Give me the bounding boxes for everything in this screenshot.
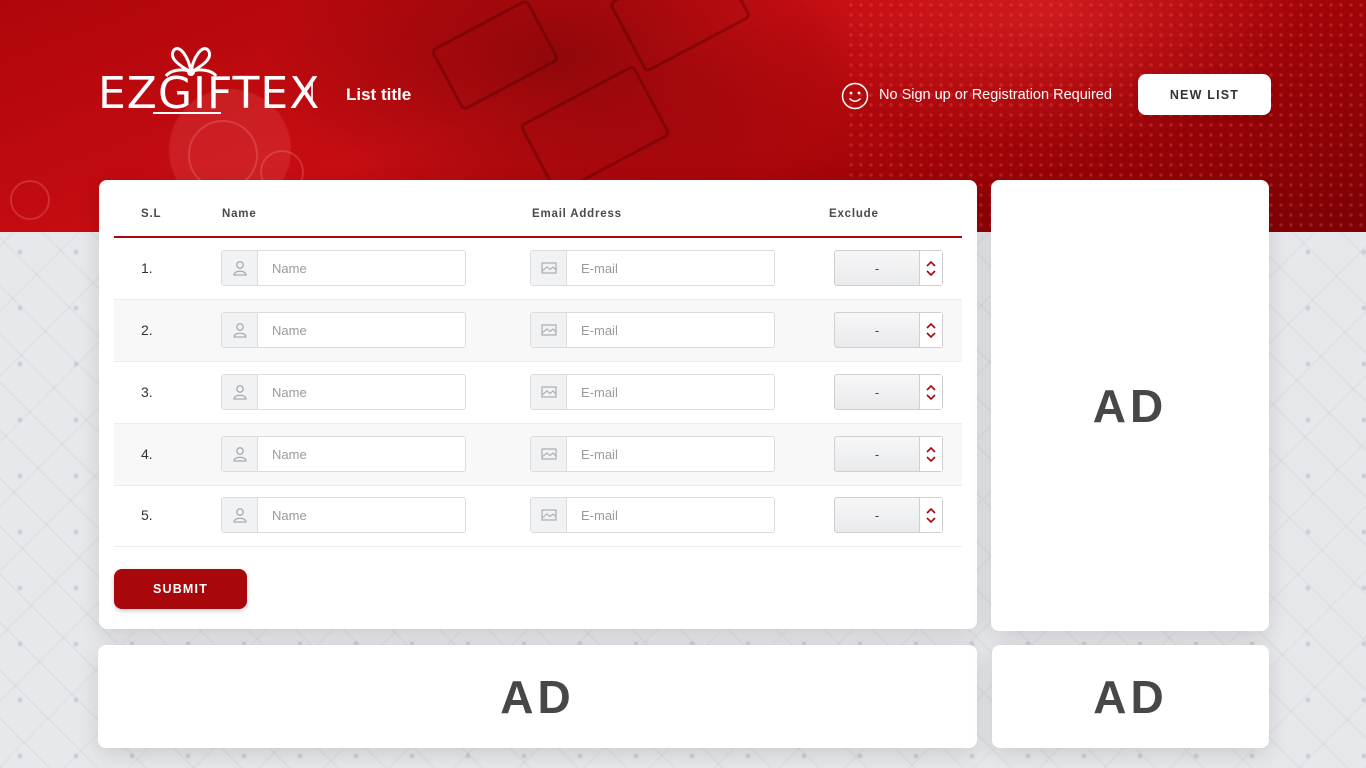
column-header-exclude: Exclude [829, 208, 879, 220]
table-row: 1. - [114, 238, 962, 300]
user-icon [222, 313, 258, 347]
exclude-select[interactable]: - [834, 250, 943, 286]
name-input[interactable] [258, 313, 465, 347]
name-field [221, 312, 466, 348]
name-field [221, 436, 466, 472]
user-icon [222, 251, 258, 285]
mail-icon [531, 375, 567, 409]
mail-icon [531, 251, 567, 285]
exclude-value: - [874, 446, 880, 462]
exclude-select[interactable]: - [834, 436, 943, 472]
email-field [530, 436, 775, 472]
row-number: 5. [141, 507, 153, 523]
table-row: 3. - [114, 362, 962, 424]
name-input[interactable] [258, 251, 465, 285]
chevron-down-icon [926, 455, 936, 462]
ad-slot-right[interactable]: AD [991, 180, 1269, 631]
exclude-value: - [874, 322, 880, 338]
row-number: 1. [141, 260, 153, 276]
mail-icon [531, 313, 567, 347]
ad-slot-bottom[interactable]: AD [98, 645, 977, 748]
no-signup-text: No Sign up or Registration Required [879, 87, 1112, 103]
flower-decoration [10, 180, 50, 220]
name-input[interactable] [258, 375, 465, 409]
exclude-spinner[interactable] [919, 313, 942, 347]
name-field [221, 250, 466, 286]
logo[interactable]: EZGIFTEX [98, 46, 319, 116]
mail-icon [531, 498, 567, 532]
table-row: 5. - [114, 485, 962, 547]
submit-button[interactable]: SUBMIT [114, 569, 247, 609]
gift-decoration [608, 0, 752, 74]
exclude-spinner[interactable] [919, 375, 942, 409]
email-input[interactable] [567, 437, 774, 471]
row-number: 4. [141, 446, 153, 462]
exclude-value: - [874, 260, 880, 276]
chevron-up-icon [926, 507, 936, 514]
email-input[interactable] [567, 313, 774, 347]
ad-label: AD [1092, 379, 1168, 432]
smiley-icon [841, 82, 869, 110]
exclude-spinner[interactable] [919, 251, 942, 285]
email-field [530, 312, 775, 348]
gift-decoration [518, 64, 672, 196]
ad-slot-bottom-small[interactable]: AD [992, 645, 1269, 748]
ad-label: AD [1093, 670, 1168, 723]
ad-label: AD [500, 670, 575, 723]
name-input[interactable] [258, 498, 465, 532]
exclude-value: - [874, 384, 880, 400]
user-icon [222, 437, 258, 471]
email-field [530, 497, 775, 533]
gift-decoration [430, 0, 560, 112]
user-icon [222, 375, 258, 409]
column-header-sl: S.L [141, 208, 162, 220]
column-header-email: Email Address [532, 208, 622, 220]
exclude-select[interactable]: - [834, 497, 943, 533]
email-input[interactable] [567, 375, 774, 409]
exclude-value: - [874, 507, 880, 523]
chevron-up-icon [926, 446, 936, 453]
chevron-down-icon [926, 516, 936, 523]
exclude-select[interactable]: - [834, 312, 943, 348]
name-field [221, 497, 466, 533]
exclude-select[interactable]: - [834, 374, 943, 410]
table-row: 2. - [114, 300, 962, 362]
name-input[interactable] [258, 437, 465, 471]
user-icon [222, 498, 258, 532]
email-field [530, 374, 775, 410]
email-input[interactable] [567, 251, 774, 285]
row-number: 3. [141, 384, 153, 400]
logo-underline [153, 112, 221, 114]
row-number: 2. [141, 322, 153, 338]
chevron-down-icon [926, 393, 936, 400]
email-field [530, 250, 775, 286]
header-divider [311, 79, 313, 105]
exclude-spinner[interactable] [919, 498, 942, 532]
name-field [221, 374, 466, 410]
chevron-up-icon [926, 260, 936, 267]
chevron-up-icon [926, 322, 936, 329]
table-row: 4. - [114, 424, 962, 486]
email-input[interactable] [567, 498, 774, 532]
exclude-spinner[interactable] [919, 437, 942, 471]
column-header-name: Name [222, 208, 257, 220]
chevron-up-icon [926, 384, 936, 391]
mail-icon [531, 437, 567, 471]
chevron-down-icon [926, 331, 936, 338]
list-title[interactable]: List title [346, 85, 411, 105]
chevron-down-icon [926, 269, 936, 276]
logo-text: EZGIFTEX [98, 68, 321, 119]
new-list-button[interactable]: NEW LIST [1138, 74, 1271, 115]
